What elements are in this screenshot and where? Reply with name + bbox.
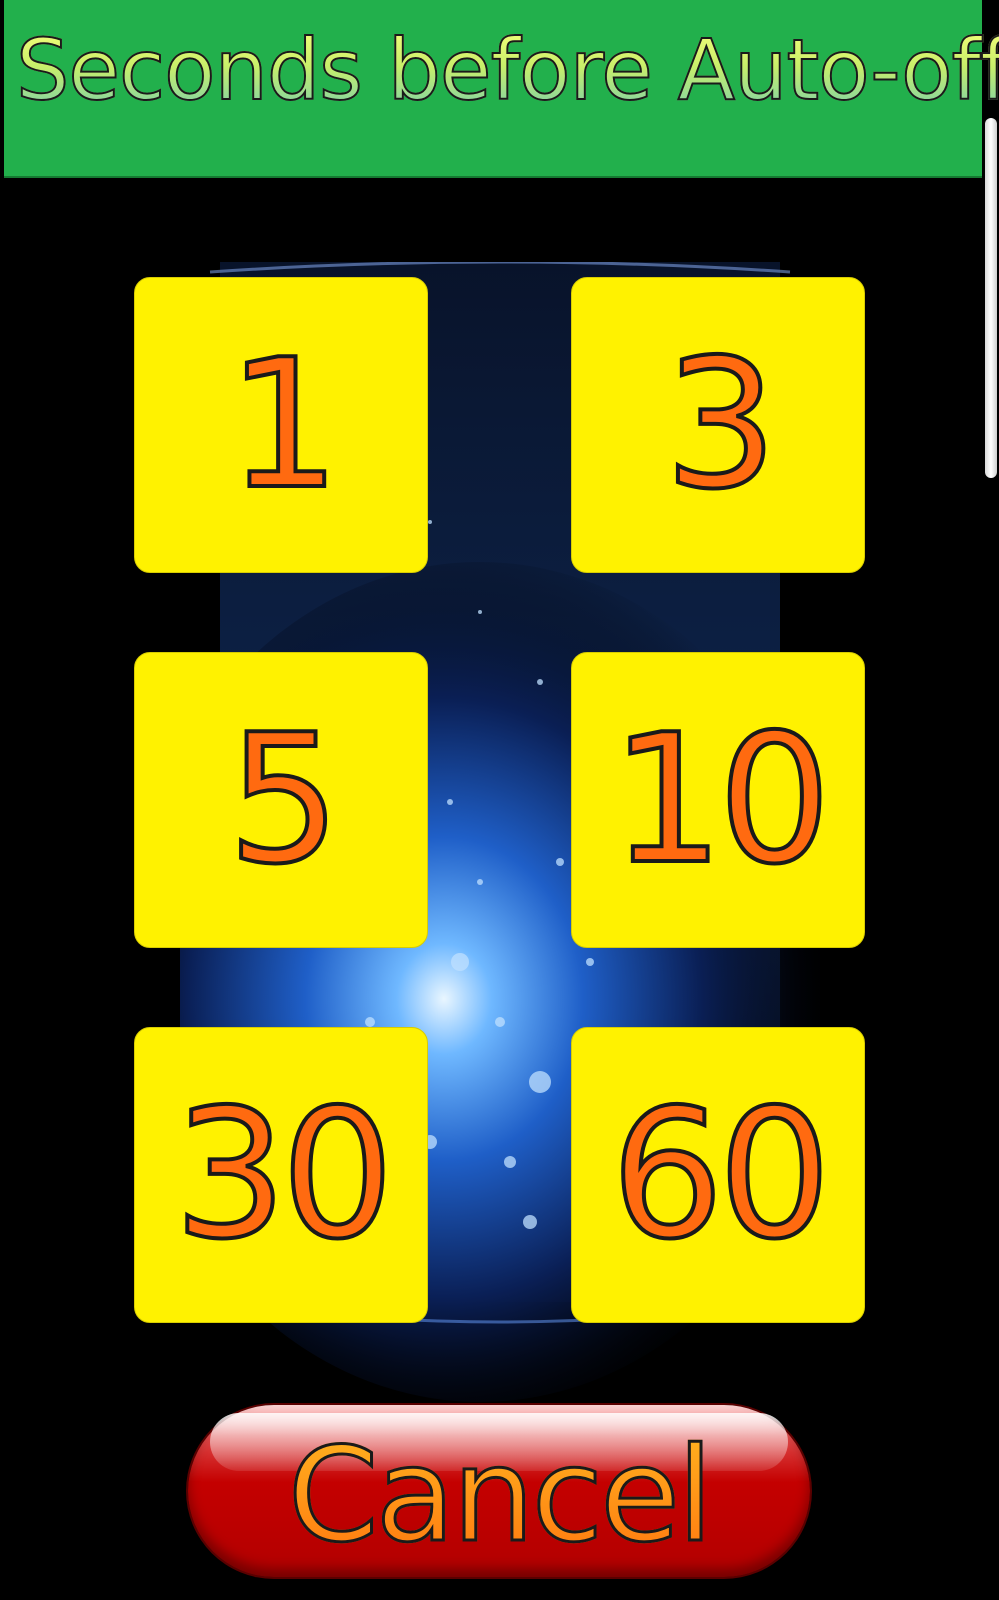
option-label: 1 <box>225 321 342 528</box>
option-10-seconds-button[interactable]: 10 <box>571 652 865 948</box>
option-label: 60 <box>609 1071 833 1278</box>
cancel-button[interactable]: Cancel <box>188 1405 810 1577</box>
option-1-seconds-button[interactable]: 1 <box>134 277 428 573</box>
auto-off-dialog: Seconds before Auto-off 1 3 5 10 30 60 C… <box>0 0 999 1600</box>
option-5-seconds-button[interactable]: 5 <box>134 652 428 948</box>
option-label: 10 <box>609 696 833 903</box>
title-bar: Seconds before Auto-off <box>4 0 999 178</box>
option-label: 5 <box>225 696 342 903</box>
dialog-title: Seconds before Auto-off <box>15 27 999 113</box>
option-label: 3 <box>662 321 779 528</box>
scrollbar[interactable] <box>985 118 997 478</box>
option-3-seconds-button[interactable]: 3 <box>571 277 865 573</box>
cancel-button-label: Cancel <box>286 1419 714 1571</box>
option-30-seconds-button[interactable]: 30 <box>134 1027 428 1323</box>
option-label: 30 <box>172 1071 396 1278</box>
option-60-seconds-button[interactable]: 60 <box>571 1027 865 1323</box>
